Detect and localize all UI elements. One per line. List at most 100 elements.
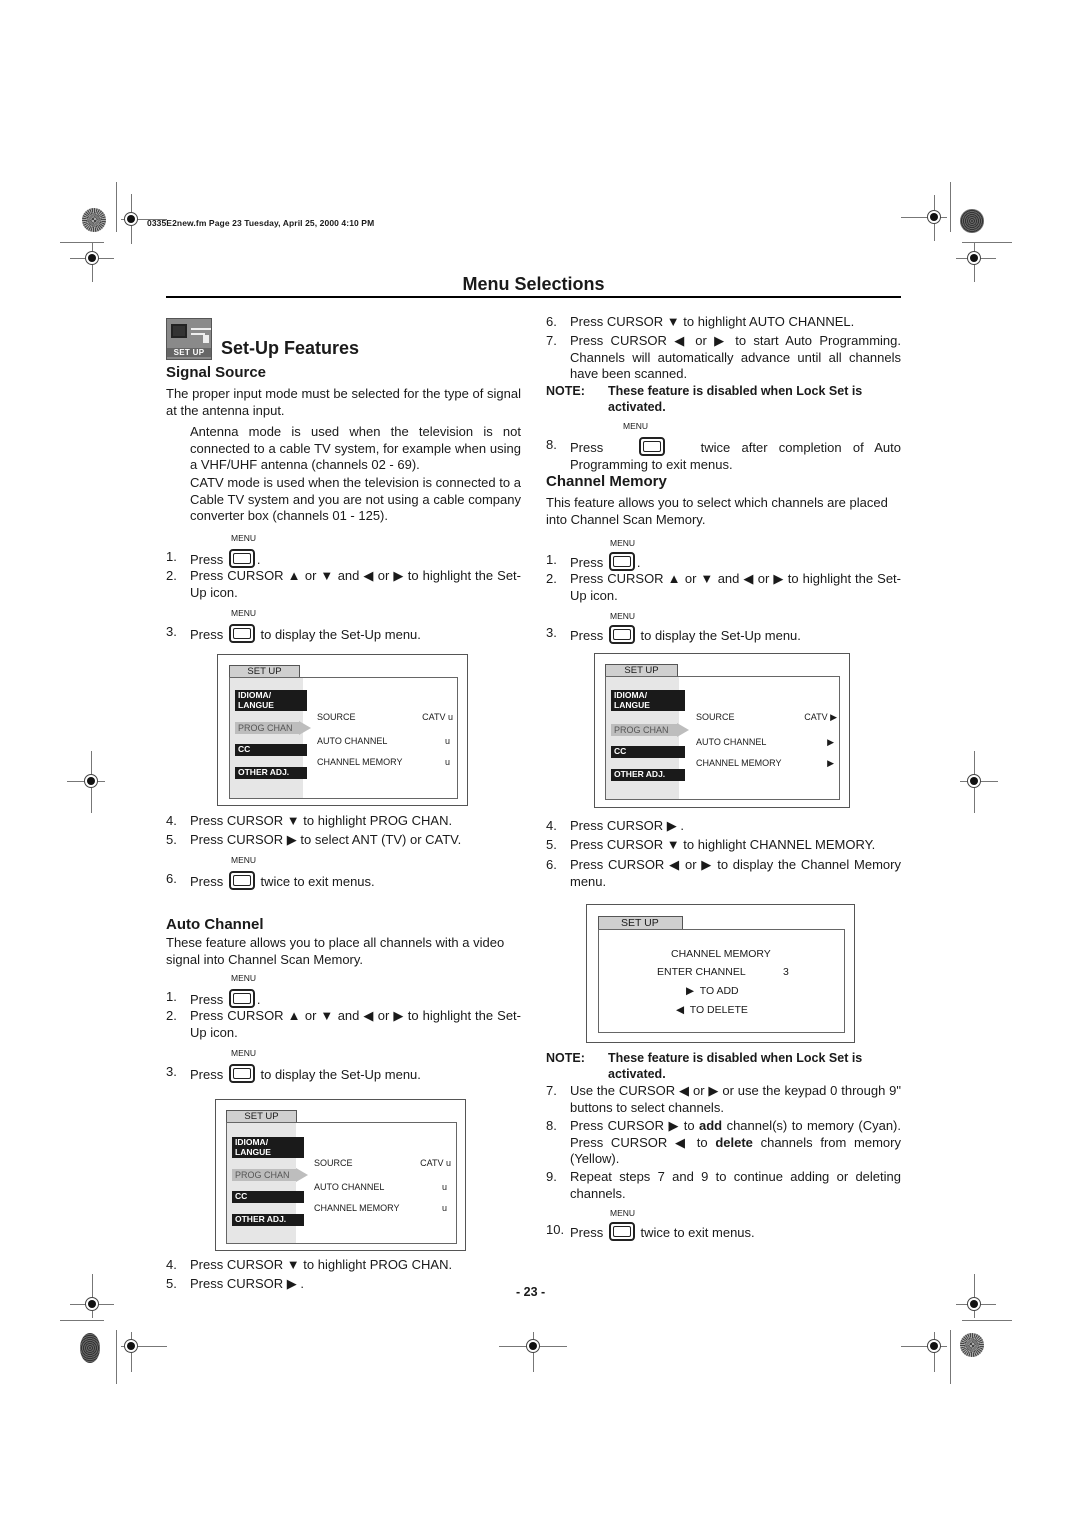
- menu-key-label: MENU: [231, 973, 257, 983]
- menu-item-other-adj: OTHER ADJ.: [235, 767, 307, 779]
- to-delete-instruction: ◀ TO DELETE: [676, 1004, 748, 1016]
- screen-tab: SET UP: [598, 916, 683, 930]
- signal-source-heading: Signal Source: [166, 364, 267, 381]
- memory-step-5: 5. Press CURSOR ▼ to highlight CHANNEL M…: [546, 837, 876, 852]
- to-add-instruction: ▶ TO ADD: [686, 985, 739, 997]
- antenna-paragraph: Antenna mode is used when the television…: [190, 424, 521, 472]
- page-title: Menu Selections: [462, 274, 605, 294]
- crop-line: [962, 1320, 1012, 1321]
- signal-step-6: 6. Press twice to exit menus.: [166, 871, 375, 890]
- auto-step-7: 7. Press CURSOR ◀ or ▶ to start Auto Pro…: [546, 333, 901, 381]
- menu-item-idioma: IDIOMA/ LANGUE: [611, 690, 685, 711]
- channel-memory-note: NOTE: These feature is disabled when Loc…: [546, 1051, 863, 1081]
- signal-step-3: 3. Press to display the Set-Up menu.: [166, 624, 421, 643]
- memory-step-4: 4. Press CURSOR ▶ .: [546, 818, 685, 833]
- auto-channel-intro: These feature allows you to place all ch…: [166, 935, 505, 967]
- setup-menu-screen: SET UP IDIOMA/ LANGUE PROG CHAN CC OTHER…: [215, 1099, 466, 1251]
- crop-line: [950, 182, 951, 232]
- crop-line: [60, 1320, 104, 1321]
- menu-row-source: SOURCE CATV ▶: [696, 712, 837, 722]
- menu-key-label: MENU: [231, 1048, 257, 1058]
- auto-step-4: 4. Press CURSOR ▼ to highlight PROG CHAN…: [166, 1257, 453, 1272]
- menu-item-other-adj: OTHER ADJ.: [611, 769, 685, 781]
- file-info: 0335E2new.fm Page 23 Tuesday, April 25, …: [147, 218, 375, 228]
- signal-step-4: 4. Press CURSOR ▼ to highlight PROG CHAN…: [166, 813, 453, 828]
- memory-step-1: 1. Press .: [546, 552, 641, 571]
- menu-row-channel-memory: CHANNEL MEMORY u: [314, 1203, 447, 1213]
- setup-icon: SET UP: [166, 318, 212, 360]
- menu-key-label: MENU: [231, 608, 257, 618]
- menu-item-other-adj: OTHER ADJ.: [232, 1214, 304, 1226]
- selection-arrow-icon: [296, 1168, 308, 1182]
- signal-step-1: 1. Press .: [166, 549, 261, 568]
- selection-arrow-icon: [677, 723, 689, 737]
- auto-channel-note: NOTE: These feature is disabled when Loc…: [546, 384, 863, 414]
- auto-step-2: 2. Press CURSOR ▲ or ▼ and ◀ or ▶ to hig…: [166, 1008, 521, 1040]
- selection-arrow-icon: [299, 721, 311, 735]
- channel-memory-screen: SET UP CHANNEL MEMORY ENTER CHANNEL 3 ▶ …: [586, 904, 855, 1043]
- menu-item-idioma: IDIOMA/ LANGUE: [235, 690, 307, 711]
- menu-item-prog-chan: PROG CHAN: [611, 724, 677, 736]
- menu-button-icon: [608, 625, 635, 644]
- menu-key-label: MENU: [610, 611, 636, 621]
- memory-step-6: 6. Press CURSOR ◀ or ▶ to display the Ch…: [546, 857, 901, 889]
- menu-button-icon: [608, 552, 635, 571]
- menu-item-cc: CC: [235, 744, 307, 756]
- auto-channel-heading: Auto Channel: [166, 916, 264, 933]
- starburst-icon: [960, 209, 984, 233]
- crop-line: [962, 242, 1012, 243]
- crop-line: [950, 1330, 951, 1384]
- menu-button-icon: [228, 871, 255, 890]
- menu-item-prog-chan: PROG CHAN: [232, 1169, 296, 1181]
- menu-item-prog-chan: PROG CHAN: [235, 722, 299, 734]
- auto-step-8: 8. Press twice after completion of Auto …: [546, 437, 901, 472]
- menu-button-icon: [228, 624, 255, 643]
- menu-item-cc: CC: [611, 746, 685, 758]
- menu-key-label: MENU: [231, 533, 257, 543]
- menu-key-label: MENU: [610, 1208, 636, 1218]
- starburst-icon: [82, 208, 106, 232]
- section-title: Set-Up Features: [221, 338, 360, 358]
- menu-row-auto-channel: AUTO CHANNEL u: [314, 1182, 447, 1192]
- channel-memory-title: CHANNEL MEMORY: [671, 948, 771, 960]
- memory-step-3: 3. Press to display the Set-Up menu.: [546, 625, 801, 644]
- menu-button-icon: [228, 549, 255, 568]
- enter-channel-label: ENTER CHANNEL: [657, 966, 746, 978]
- auto-step-5: 5. Press CURSOR ▶ .: [166, 1276, 305, 1291]
- menu-item-cc: CC: [232, 1191, 304, 1203]
- starburst-icon: [80, 1333, 100, 1363]
- channel-memory-intro: This feature allows you to select which …: [546, 495, 888, 527]
- menu-key-label: MENU: [623, 421, 649, 431]
- page-number: - 23 -: [516, 1285, 546, 1299]
- signal-step-5: 5. Press CURSOR ▶ to select ANT (TV) or …: [166, 832, 462, 847]
- crop-line: [60, 242, 104, 243]
- menu-row-channel-memory: CHANNEL MEMORY ▶: [696, 758, 834, 768]
- memory-step-9: 9. Repeat steps 7 and 9 to continue addi…: [546, 1169, 901, 1201]
- crop-line: [116, 182, 117, 232]
- menu-button-icon: [638, 437, 665, 456]
- setup-menu-screen: SET UP IDIOMA/ LANGUE PROG CHAN CC OTHER…: [217, 654, 468, 806]
- memory-step-7: 7. Use the CURSOR ◀ or ▶ or use the keyp…: [546, 1083, 901, 1115]
- menu-row-source: SOURCE CATV u: [317, 712, 453, 722]
- menu-item-idioma: IDIOMA/ LANGUE: [232, 1137, 304, 1158]
- menu-key-label: MENU: [231, 855, 257, 865]
- catv-paragraph: CATV mode is used when the television is…: [190, 475, 521, 523]
- menu-button-icon: [228, 989, 255, 1008]
- channel-memory-heading: Channel Memory: [546, 473, 667, 490]
- enter-channel-value: 3: [783, 966, 789, 978]
- auto-step-1: 1. Press .: [166, 989, 261, 1008]
- memory-step-10: 10. Press twice to exit menus.: [546, 1222, 755, 1241]
- signal-source-intro: The proper input mode must be selected f…: [166, 386, 521, 418]
- starburst-icon: [960, 1333, 984, 1357]
- crop-line: [116, 1330, 117, 1384]
- menu-button-icon: [228, 1064, 255, 1083]
- auto-step-3: 3. Press to display the Set-Up menu.: [166, 1064, 421, 1083]
- auto-step-6: 6. Press CURSOR ▼ to highlight AUTO CHAN…: [546, 314, 855, 329]
- menu-key-label: MENU: [610, 538, 636, 548]
- title-rule: [166, 296, 901, 298]
- menu-row-channel-memory: CHANNEL MEMORY u: [317, 757, 450, 767]
- setup-menu-screen: SET UP IDIOMA/ LANGUE PROG CHAN CC OTHER…: [594, 653, 850, 808]
- signal-step-2: 2. Press CURSOR ▲ or ▼ and ◀ or ▶ to hig…: [166, 568, 521, 600]
- memory-step-8: 8. Press CURSOR ▶ to add channel(s) to m…: [546, 1118, 901, 1166]
- menu-row-source: SOURCE CATV u: [314, 1158, 451, 1168]
